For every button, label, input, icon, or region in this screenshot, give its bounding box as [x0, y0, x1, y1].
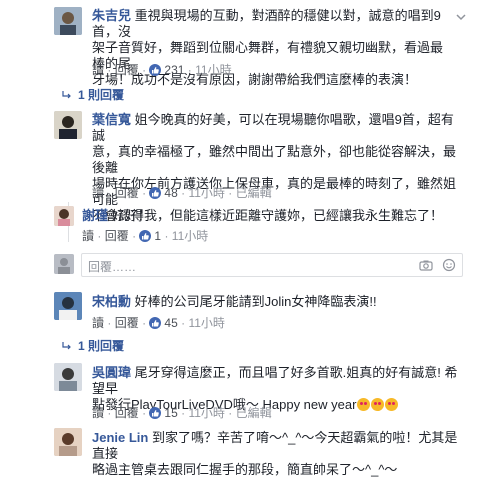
- read-button[interactable]: 讀: [92, 316, 104, 330]
- like-icon: [149, 407, 162, 419]
- commenter-name[interactable]: 葉信寬: [92, 112, 131, 127]
- timestamp[interactable]: 11小時: [195, 63, 231, 77]
- reply-placeholder: 回覆……: [88, 260, 137, 274]
- like-icon: [149, 187, 162, 199]
- reply-arrow-icon: [62, 342, 71, 350]
- avatar[interactable]: [54, 206, 74, 226]
- comment-actions: 讀 · 回覆 · 231 · 11小時: [92, 63, 232, 77]
- avatar[interactable]: [54, 428, 82, 456]
- comment-line: 姐今晚真的好美，可以在現場聽你唱歌，還唱9首，超有誠: [92, 112, 454, 143]
- commenter-name[interactable]: 朱吉兒: [92, 8, 131, 23]
- avatar[interactable]: [54, 292, 82, 320]
- reply-button[interactable]: 回覆: [115, 406, 139, 420]
- comment-body: Jenie Lin 到家了嗎？辛苦了唷〜^_^〜今天超霸氣的啦！尤其是直接 略過…: [92, 430, 462, 478]
- edited-label[interactable]: 已編輯: [236, 186, 272, 200]
- reply-input-icons: [419, 258, 456, 272]
- comment-actions: 讀 · 回覆 · 45 · 11小時: [92, 316, 225, 330]
- read-button[interactable]: 讀: [82, 229, 94, 243]
- read-button[interactable]: 讀: [92, 186, 104, 200]
- comment-line: 尾牙穿得這麼正，而且唱了好多首歌.姐真的好有誠意! 希望早: [92, 365, 458, 396]
- like-count[interactable]: 15: [164, 406, 177, 420]
- comment-line: 重視與現場的互動，對酒醉的穩健以對，誠意的唱到9首，沒: [92, 8, 441, 39]
- reply-button[interactable]: 回覆: [105, 229, 129, 243]
- timestamp[interactable]: 11小時: [188, 406, 224, 420]
- view-replies-link[interactable]: 1 則回覆: [62, 86, 124, 103]
- reply-button[interactable]: 回覆: [115, 63, 139, 77]
- like-count[interactable]: 45: [164, 316, 177, 330]
- comment-actions: 讀 · 回覆 · 48 · 11小時 · 已編輯: [92, 186, 272, 200]
- comment-line: 意，真的幸福極了，雖然中間出了點意外，卻也能從容解決，最後離: [92, 144, 457, 175]
- timestamp[interactable]: 11小時: [188, 186, 224, 200]
- avatar[interactable]: [54, 7, 82, 35]
- heart-eyes-emoji-icon: [371, 398, 385, 411]
- comment-body: 宋柏勳 好棒的公司尾牙能請到Jolin女神降臨表演!!: [92, 294, 452, 310]
- comment-line: 略過主管桌去跟同仁握手的那段，簡直帥呆了〜^_^〜: [92, 462, 398, 477]
- reply-button[interactable]: 回覆: [115, 316, 139, 330]
- avatar[interactable]: [54, 363, 82, 391]
- like-count[interactable]: 231: [164, 63, 184, 77]
- heart-eyes-emoji-icon: [385, 398, 399, 411]
- avatar: [54, 254, 74, 274]
- sticker-icon[interactable]: [442, 258, 456, 272]
- like-count[interactable]: 1: [154, 229, 161, 243]
- commenter-name[interactable]: 吳圓瑋: [92, 365, 131, 380]
- reply-button[interactable]: 回覆: [115, 186, 139, 200]
- timestamp[interactable]: 11小時: [172, 229, 208, 243]
- like-count[interactable]: 48: [164, 186, 177, 200]
- heart-eyes-emoji-icon: [357, 398, 371, 411]
- reply-text: 好好！: [111, 208, 151, 223]
- commenter-name[interactable]: 宋柏勳: [92, 294, 131, 309]
- commenter-name[interactable]: Jenie Lin: [92, 430, 148, 445]
- like-icon: [139, 230, 152, 242]
- reply-body: 謝瑾 好好！: [82, 208, 151, 224]
- like-icon: [149, 317, 162, 329]
- view-replies-link[interactable]: 1 則回覆: [62, 337, 124, 354]
- like-icon: [149, 64, 162, 76]
- commenter-name[interactable]: 謝瑾: [82, 208, 108, 223]
- camera-icon[interactable]: [419, 258, 433, 272]
- comment-line: 好棒的公司尾牙能請到Jolin女神降臨表演!!: [134, 294, 377, 309]
- reply-actions: 讀 · 回覆 · 1 · 11小時: [82, 229, 209, 243]
- timestamp[interactable]: 11小時: [188, 316, 224, 330]
- read-button[interactable]: 讀: [92, 63, 104, 77]
- reply-arrow-icon: [62, 91, 71, 99]
- comment-actions: 讀 · 回覆 · 15 · 11小時 · 已編輯: [92, 406, 272, 420]
- reply-input[interactable]: 回覆……: [81, 253, 463, 277]
- chevron-down-icon[interactable]: [456, 12, 466, 22]
- avatar[interactable]: [54, 111, 82, 139]
- edited-label[interactable]: 已編輯: [236, 406, 272, 420]
- read-button[interactable]: 讀: [92, 406, 104, 420]
